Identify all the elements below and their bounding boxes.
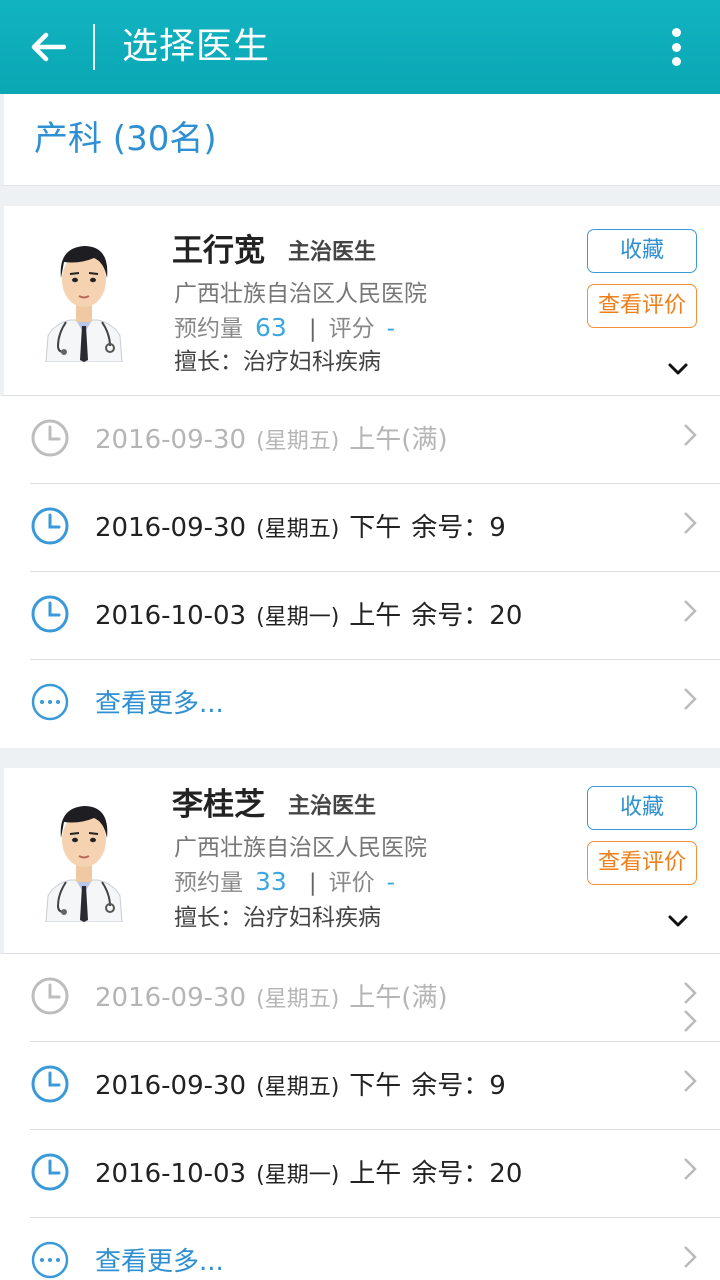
chevron-right-icon: [684, 1158, 697, 1180]
doctor-hospital: 广西壮族自治区人民医院: [174, 835, 427, 861]
rating-value: -: [386, 870, 395, 896]
more-menu-button[interactable]: [664, 24, 688, 70]
chevron-right-icon: [684, 688, 697, 710]
department-bar: 产科 (30名): [0, 94, 720, 186]
schedule-slot[interactable]: 2016-09-30 (星期五) 上午(满): [30, 396, 720, 484]
doctor-hospital: 广西壮族自治区人民医院: [174, 281, 427, 307]
department-title: 产科 (30名): [34, 119, 217, 159]
clock-icon: [31, 1065, 69, 1103]
slot-text: 2016-09-30 (星期五) 上午(满): [95, 422, 448, 460]
slot-text: 2016-10-03 (星期一) 上午 余号：20: [95, 598, 522, 636]
slot-weekday: (星期五): [256, 429, 340, 454]
slot-status: (满): [401, 983, 448, 1013]
slot-date: 2016-09-30: [95, 1071, 247, 1101]
doctor-stats: 预约量 33 | 评价 -: [174, 866, 395, 899]
app-header: 选择医生: [0, 0, 720, 94]
doctor-stats: 预约量 63 | 评分 -: [174, 312, 395, 345]
slot-status: 余号：20: [411, 1159, 523, 1189]
slot-date: 2016-09-30: [95, 983, 247, 1013]
slot-period: 上午: [349, 983, 402, 1013]
slot-date: 2016-10-03: [95, 1159, 247, 1189]
page-title: 选择医生: [122, 26, 271, 67]
doctor-specialty: 擅长：治疗妇科疾病: [174, 349, 381, 375]
header-divider: [93, 24, 95, 70]
view-more-label: 查看更多...: [95, 689, 224, 719]
slot-weekday: (星期五): [256, 1075, 340, 1100]
view-reviews-button[interactable]: 查看评价: [587, 841, 697, 885]
slot-period: 上午: [349, 601, 402, 631]
slot-text: 2016-10-03 (星期一) 上午 余号：20: [95, 1156, 522, 1194]
slot-date: 2016-09-30: [95, 425, 247, 455]
doctor-card: 李桂芝 主治医生 广西壮族自治区人民医院 预约量 33 | 评价 - 擅长：治疗妇科疾病…: [0, 768, 720, 1280]
slot-weekday: (星期五): [256, 517, 340, 542]
schedule-slot[interactable]: 2016-09-30 (星期五) 下午 余号：9: [30, 484, 720, 572]
chevron-right-icon: [684, 512, 697, 534]
slot-period: 上午: [349, 425, 402, 455]
slot-status: 余号：20: [411, 601, 523, 631]
doctor-card: 王行宽 主治医生 广西壮族自治区人民医院 预约量 63 | 评分 - 擅长：治疗妇科疾病…: [0, 206, 720, 748]
appointment-count-label: 预约量: [174, 316, 243, 342]
stats-separator: |: [308, 870, 317, 896]
chevron-right-icon: [684, 1070, 697, 1092]
favorite-button[interactable]: 收藏: [587, 229, 697, 273]
favorite-button[interactable]: 收藏: [587, 786, 697, 830]
doctor-info[interactable]: 李桂芝 主治医生 广西壮族自治区人民医院 预约量 33 | 评价 - 擅长：治疗妇科疾病…: [0, 768, 720, 954]
appointment-count: 63: [255, 313, 287, 342]
chevron-down-icon[interactable]: [664, 910, 692, 932]
slot-text: 2016-09-30 (星期五) 下午 余号：9: [95, 1068, 506, 1106]
slot-status: (满): [401, 425, 448, 455]
clock-icon: [31, 595, 69, 633]
schedule-slot[interactable]: 2016-09-30 (星期五) 下午 余号：9: [30, 1042, 720, 1130]
slot-period: 上午: [349, 1159, 402, 1189]
doctor-name: 王行宽: [172, 233, 265, 269]
slot-status: 余号：9: [411, 513, 506, 543]
slot-text: 2016-09-30 (星期五) 下午 余号：9: [95, 510, 506, 548]
view-reviews-button[interactable]: 查看评价: [587, 284, 697, 328]
slot-period: 下午: [349, 1071, 402, 1101]
doctor-avatar-icon: [45, 806, 123, 922]
slot-weekday: (星期一): [256, 605, 340, 630]
rating-label: 评分: [328, 316, 375, 342]
slot-status: 余号：9: [411, 1071, 506, 1101]
view-more-row[interactable]: 查看更多...: [30, 660, 720, 748]
rating-label: 评价: [328, 870, 375, 896]
slot-text: 2016-09-30 (星期五) 上午(满): [95, 980, 448, 1018]
schedule-slot[interactable]: 2016-10-03 (星期一) 上午 余号：20: [30, 1130, 720, 1218]
slot-weekday: (星期一): [256, 1163, 340, 1188]
view-more-label: 查看更多...: [95, 1247, 224, 1277]
slot-date: 2016-10-03: [95, 601, 247, 631]
slot-period: 下午: [349, 513, 402, 543]
appointment-count: 33: [255, 867, 287, 896]
clock-icon: [31, 1153, 69, 1191]
chevron-right-icon: [684, 1010, 697, 1032]
schedule-slot[interactable]: 2016-10-03 (星期一) 上午 余号：20: [30, 572, 720, 660]
chevron-down-icon[interactable]: [664, 358, 692, 380]
rating-value: -: [386, 316, 395, 342]
doctor-avatar-icon: [45, 246, 123, 362]
back-button[interactable]: [20, 22, 76, 72]
doctor-title: 主治医生: [288, 240, 377, 265]
chevron-right-icon: [684, 424, 697, 446]
clock-icon: [31, 507, 69, 545]
more-dots-icon: [31, 683, 69, 721]
chevron-right-icon: [684, 600, 697, 622]
view-more-row[interactable]: 查看更多...: [30, 1218, 720, 1280]
stats-separator: |: [308, 316, 317, 342]
doctor-info[interactable]: 王行宽 主治医生 广西壮族自治区人民医院 预约量 63 | 评分 - 擅长：治疗妇科疾病…: [0, 206, 720, 396]
clock-icon: [31, 419, 69, 457]
more-vertical-icon: [671, 28, 681, 37]
doctor-name: 李桂芝: [172, 787, 265, 823]
slot-date: 2016-09-30: [95, 513, 247, 543]
chevron-right-icon: [684, 982, 697, 1004]
doctor-title: 主治医生: [288, 794, 377, 819]
chevron-right-icon: [684, 1246, 697, 1268]
schedule-slot[interactable]: 2016-09-30 (星期五) 上午(满): [30, 954, 720, 1042]
doctor-specialty: 擅长：治疗妇科疾病: [174, 905, 381, 931]
back-arrow-icon: [31, 32, 66, 62]
slot-weekday: (星期五): [256, 987, 340, 1012]
appointment-count-label: 预约量: [174, 870, 243, 896]
more-dots-icon: [31, 1241, 69, 1279]
clock-icon: [31, 977, 69, 1015]
